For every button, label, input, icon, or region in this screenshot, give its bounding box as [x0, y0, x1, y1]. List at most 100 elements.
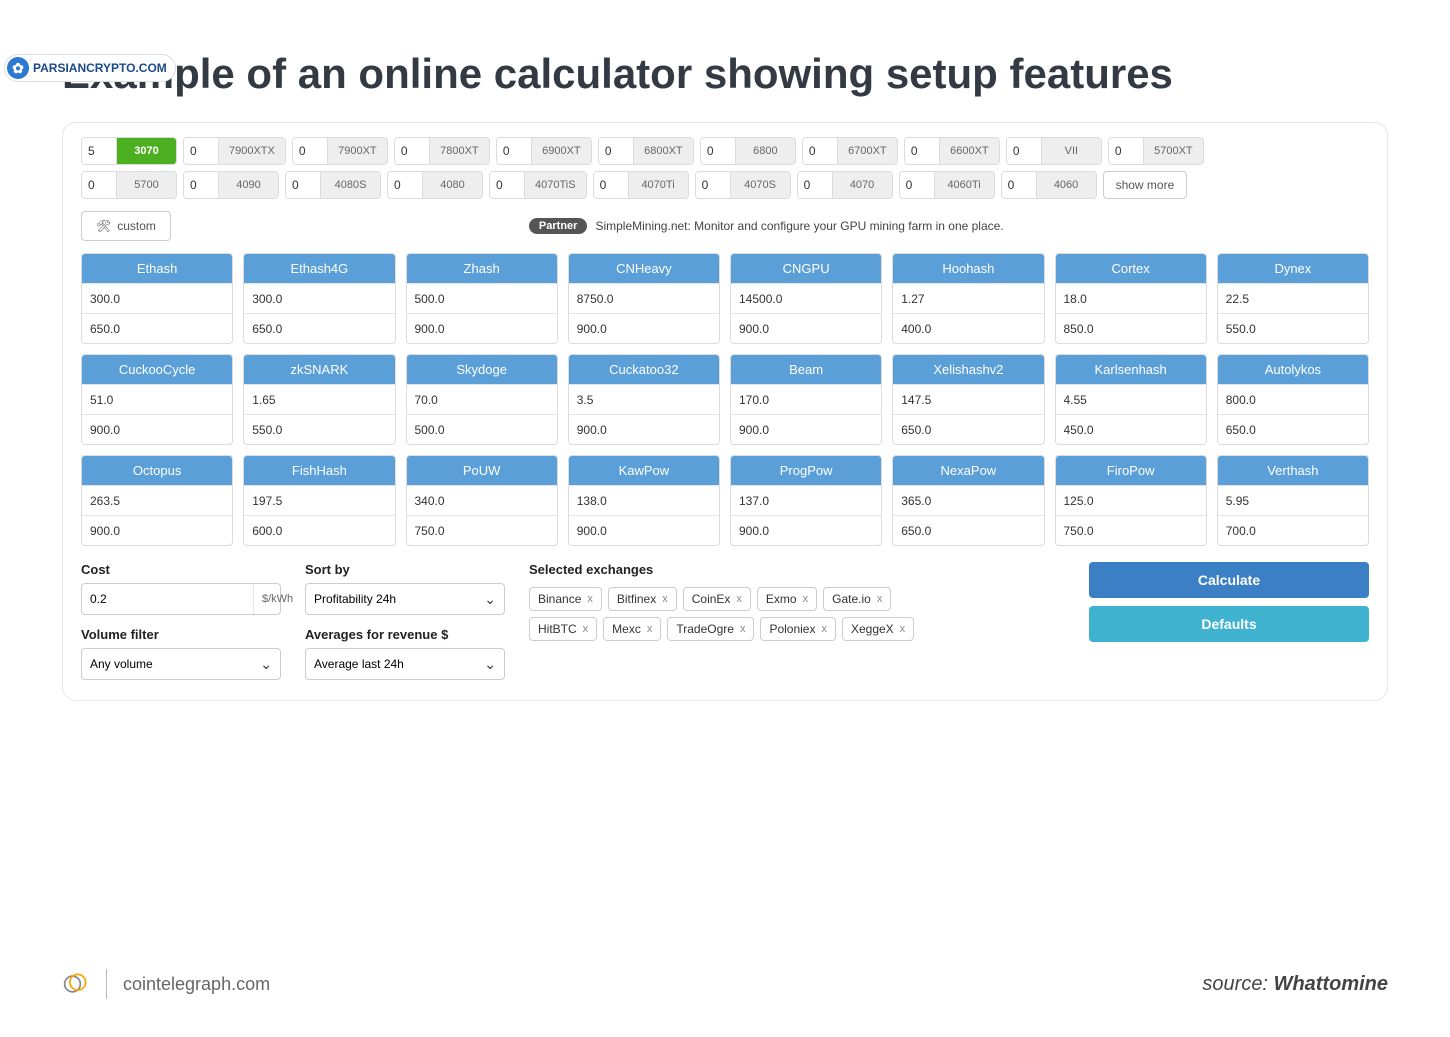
remove-icon[interactable]: x	[803, 593, 809, 605]
gpu-model-button[interactable]: 4070TiS	[524, 172, 586, 198]
gpu-qty-input[interactable]	[798, 172, 832, 198]
algo-header[interactable]: Cuckatoo32	[569, 355, 719, 384]
gpu-model-button[interactable]: 4060	[1036, 172, 1096, 198]
algo-header[interactable]: Karlsenhash	[1056, 355, 1206, 384]
gpu-qty-input[interactable]	[293, 138, 327, 164]
remove-icon[interactable]: x	[587, 593, 593, 605]
hashrate-input[interactable]	[1218, 292, 1369, 306]
gpu-qty-input[interactable]	[82, 172, 116, 198]
algo-header[interactable]: Autolykos	[1218, 355, 1368, 384]
gpu-qty-input[interactable]	[395, 138, 429, 164]
hashrate-input[interactable]	[1056, 494, 1207, 508]
exchange-tag[interactable]: Binancex	[529, 587, 602, 611]
algo-header[interactable]: KawPow	[569, 456, 719, 485]
algo-header[interactable]: Cortex	[1056, 254, 1206, 283]
gpu-model-button[interactable]: 4070S	[730, 172, 790, 198]
power-input[interactable]	[1056, 322, 1207, 336]
gpu-qty-input[interactable]	[599, 138, 633, 164]
gpu-model-button[interactable]: 4070Ti	[628, 172, 688, 198]
power-input[interactable]	[1218, 423, 1369, 437]
algo-header[interactable]: Verthash	[1218, 456, 1368, 485]
gpu-qty-input[interactable]	[388, 172, 422, 198]
hashrate-input[interactable]	[407, 393, 558, 407]
gpu-model-button[interactable]: 4080S	[320, 172, 380, 198]
gpu-qty-input[interactable]	[184, 172, 218, 198]
exchange-tag[interactable]: CoinExx	[683, 587, 751, 611]
gpu-model-button[interactable]: 6900XT	[531, 138, 591, 164]
algo-header[interactable]: FiroPow	[1056, 456, 1206, 485]
power-input[interactable]	[569, 322, 720, 336]
exchange-tag[interactable]: Bitfinexx	[608, 587, 677, 611]
hashrate-input[interactable]	[82, 292, 233, 306]
volume-select[interactable]: Any volume ⌄	[81, 648, 281, 680]
algo-header[interactable]: Hoohash	[893, 254, 1043, 283]
hashrate-input[interactable]	[893, 393, 1044, 407]
power-input[interactable]	[407, 322, 558, 336]
gpu-model-button[interactable]: 5700	[116, 172, 176, 198]
power-input[interactable]	[1056, 423, 1207, 437]
power-input[interactable]	[893, 524, 1044, 538]
remove-icon[interactable]: x	[662, 593, 668, 605]
algo-header[interactable]: CNHeavy	[569, 254, 719, 283]
algo-header[interactable]: Skydoge	[407, 355, 557, 384]
gpu-model-button[interactable]: VII	[1041, 138, 1101, 164]
power-input[interactable]	[731, 423, 882, 437]
gpu-model-button[interactable]: 4060Ti	[934, 172, 994, 198]
custom-button[interactable]: 🛠 custom	[81, 211, 171, 241]
power-input[interactable]	[893, 423, 1044, 437]
hashrate-input[interactable]	[731, 292, 882, 306]
exchange-tag[interactable]: TradeOgrex	[667, 617, 754, 641]
gpu-qty-input[interactable]	[594, 172, 628, 198]
cost-input[interactable]	[82, 592, 253, 606]
algo-header[interactable]: Beam	[731, 355, 881, 384]
exchange-tag[interactable]: XeggeXx	[842, 617, 914, 641]
gpu-qty-input[interactable]	[184, 138, 218, 164]
gpu-qty-input[interactable]	[497, 138, 531, 164]
gpu-model-button[interactable]: 3070	[116, 138, 176, 164]
power-input[interactable]	[244, 423, 395, 437]
hashrate-input[interactable]	[407, 494, 558, 508]
remove-icon[interactable]: x	[821, 623, 827, 635]
remove-icon[interactable]: x	[900, 623, 906, 635]
gpu-model-button[interactable]: 5700XT	[1143, 138, 1203, 164]
gpu-model-button[interactable]: 6800	[735, 138, 795, 164]
remove-icon[interactable]: x	[877, 593, 883, 605]
power-input[interactable]	[407, 423, 558, 437]
gpu-qty-input[interactable]	[696, 172, 730, 198]
power-input[interactable]	[82, 322, 233, 336]
gpu-model-button[interactable]: 4090	[218, 172, 278, 198]
gpu-qty-input[interactable]	[1002, 172, 1036, 198]
avg-select[interactable]: Average last 24h ⌄	[305, 648, 505, 680]
algo-header[interactable]: NexaPow	[893, 456, 1043, 485]
algo-header[interactable]: zkSNARK	[244, 355, 394, 384]
partner-text[interactable]: SimpleMining.net: Monitor and configure …	[595, 219, 1003, 233]
hashrate-input[interactable]	[82, 393, 233, 407]
hashrate-input[interactable]	[82, 494, 233, 508]
hashrate-input[interactable]	[407, 292, 558, 306]
power-input[interactable]	[731, 322, 882, 336]
hashrate-input[interactable]	[1218, 393, 1369, 407]
remove-icon[interactable]: x	[583, 623, 589, 635]
hashrate-input[interactable]	[1056, 292, 1207, 306]
hashrate-input[interactable]	[893, 292, 1044, 306]
gpu-qty-input[interactable]	[701, 138, 735, 164]
hashrate-input[interactable]	[569, 494, 720, 508]
algo-header[interactable]: Zhash	[407, 254, 557, 283]
exchange-tag[interactable]: Gate.iox	[823, 587, 891, 611]
gpu-qty-input[interactable]	[905, 138, 939, 164]
hashrate-input[interactable]	[893, 494, 1044, 508]
algo-header[interactable]: Xelishashv2	[893, 355, 1043, 384]
power-input[interactable]	[569, 524, 720, 538]
defaults-button[interactable]: Defaults	[1089, 606, 1369, 642]
hashrate-input[interactable]	[569, 292, 720, 306]
calculate-button[interactable]: Calculate	[1089, 562, 1369, 598]
power-input[interactable]	[244, 524, 395, 538]
power-input[interactable]	[893, 322, 1044, 336]
gpu-model-button[interactable]: 6800XT	[633, 138, 693, 164]
power-input[interactable]	[82, 524, 233, 538]
power-input[interactable]	[1056, 524, 1207, 538]
gpu-qty-input[interactable]	[900, 172, 934, 198]
gpu-model-button[interactable]: 6700XT	[837, 138, 897, 164]
hashrate-input[interactable]	[731, 494, 882, 508]
algo-header[interactable]: CuckooCycle	[82, 355, 232, 384]
